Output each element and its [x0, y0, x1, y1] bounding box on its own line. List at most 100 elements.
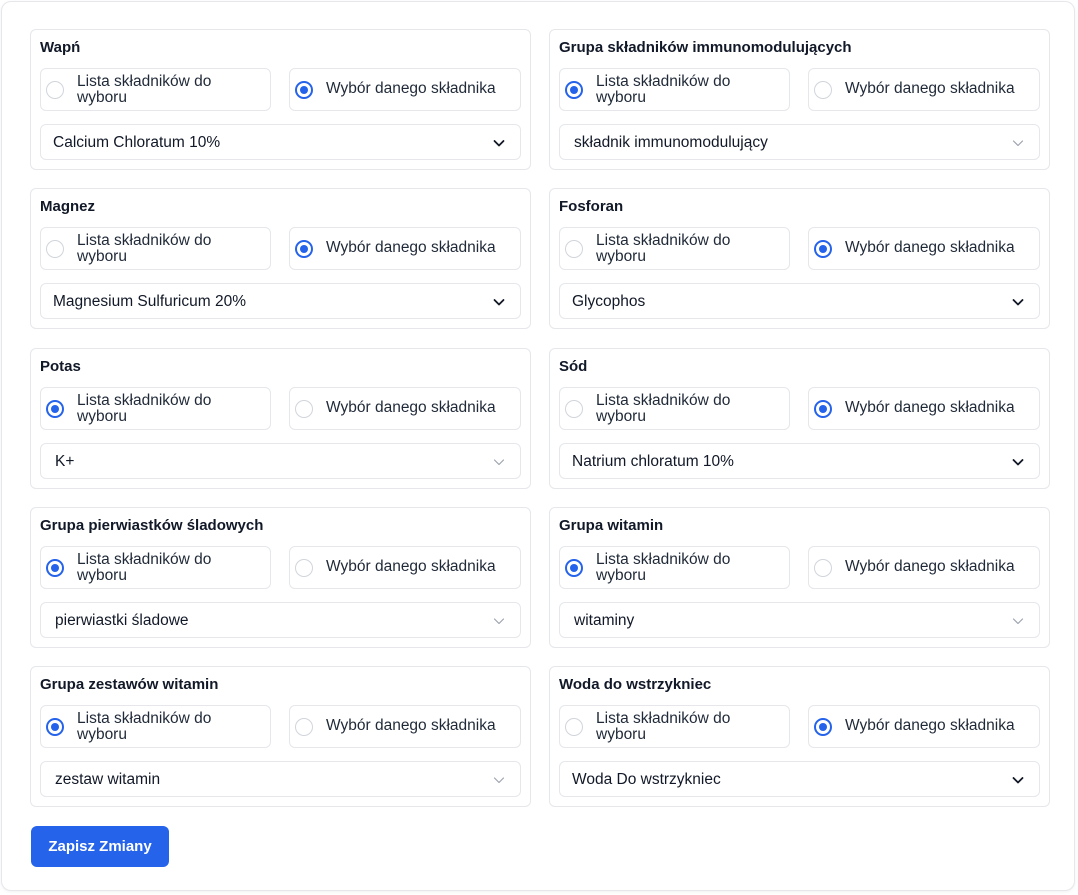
card-grupa-skladnikow-immunomodulujacych: Grupa składników immunomodulujących Lista…	[549, 29, 1050, 170]
option-select-label: Wybór danego składnika	[845, 558, 1015, 575]
option-select-label: Wybór danego składnika	[326, 717, 496, 734]
option-list-label: Lista składników do wyboru	[596, 232, 731, 265]
option-list-radio[interactable]: Lista składników do wyboru	[559, 546, 790, 589]
option-list-label: Lista składników do wyboru	[596, 392, 731, 425]
option-list-radio[interactable]: Lista składników do wyboru	[559, 387, 790, 430]
save-changes-button[interactable]: Zapisz Zmiany	[31, 826, 169, 867]
card-magnez: Magnez Lista składników do wyboru Wybór da…	[30, 188, 531, 329]
chevron-down-icon	[493, 140, 505, 147]
option-select-radio[interactable]: Wybór danego składnika	[289, 705, 521, 748]
option-select-radio[interactable]: Wybór danego składnika	[289, 387, 521, 430]
ingredient-select: K+	[40, 443, 521, 479]
radio-icon[interactable]	[46, 559, 64, 577]
card-title: Grupa pierwiastków śladowych	[40, 517, 264, 534]
radio-icon[interactable]	[295, 240, 313, 258]
option-list-radio[interactable]: Lista składników do wyboru	[40, 68, 271, 111]
select-value: składnik immunomodulujący	[574, 134, 768, 151]
radio-icon[interactable]	[565, 400, 583, 418]
ingredient-select: zestaw witamin	[40, 761, 521, 797]
chevron-down-icon	[493, 299, 505, 306]
option-select-label: Wybór danego składnika	[845, 239, 1015, 256]
radio-icon[interactable]	[295, 718, 313, 736]
select-value: Magnesium Sulfuricum 20%	[53, 293, 246, 310]
radio-icon[interactable]	[295, 559, 313, 577]
card-sod: Sód Lista składników do wyboru Wybór daneg…	[549, 348, 1050, 489]
card-fosforan: Fosforan Lista składników do wyboru Wybór …	[549, 188, 1050, 329]
radio-icon[interactable]	[295, 81, 313, 99]
settings-panel: Wapń Lista składników do wyboru Wybór dane…	[1, 1, 1075, 891]
chevron-down-icon	[1012, 777, 1024, 784]
option-list-label: Lista składników do wyboru	[77, 710, 212, 743]
radio-icon[interactable]	[46, 240, 64, 258]
chevron-down-icon	[1012, 299, 1024, 306]
option-select-label: Wybór danego składnika	[326, 399, 496, 416]
option-select-label: Wybór danego składnika	[845, 80, 1015, 97]
option-list-radio[interactable]: Lista składników do wyboru	[40, 227, 271, 270]
ingredient-select: witaminy	[559, 602, 1040, 638]
radio-icon[interactable]	[565, 240, 583, 258]
option-list-label: Lista składników do wyboru	[596, 551, 731, 584]
radio-icon[interactable]	[565, 718, 583, 736]
card-grupa-zestawow-witamin: Grupa zestawów witamin Lista składników d…	[30, 666, 531, 807]
radio-icon[interactable]	[814, 240, 832, 258]
select-value: witaminy	[574, 612, 635, 629]
option-select-radio[interactable]: Wybór danego składnika	[289, 68, 521, 111]
card-title: Wapń	[40, 39, 81, 56]
radio-icon[interactable]	[295, 400, 313, 418]
chevron-down-icon	[1012, 459, 1024, 466]
ingredient-select[interactable]: Woda Do wstrzykniec	[559, 761, 1040, 797]
option-list-radio[interactable]: Lista składników do wyboru	[559, 68, 790, 111]
radio-icon[interactable]	[814, 718, 832, 736]
radio-icon[interactable]	[814, 559, 832, 577]
card-grupa-pierwiastkow-sladowych: Grupa pierwiastków śladowych Lista składn…	[30, 507, 531, 648]
option-list-radio[interactable]: Lista składników do wyboru	[40, 546, 271, 589]
option-select-radio[interactable]: Wybór danego składnika	[289, 546, 521, 589]
select-value: pierwiastki śladowe	[55, 612, 189, 629]
ingredient-select[interactable]: Glycophos	[559, 283, 1040, 319]
option-select-radio[interactable]: Wybór danego składnika	[808, 68, 1040, 111]
radio-icon[interactable]	[46, 400, 64, 418]
option-list-label: Lista składników do wyboru	[596, 73, 731, 106]
chevron-down-icon	[493, 459, 505, 466]
ingredient-select[interactable]: Natrium chloratum 10%	[559, 443, 1040, 479]
chevron-down-icon	[1012, 618, 1024, 625]
option-list-label: Lista składników do wyboru	[596, 710, 731, 743]
card-woda-do-wstrzykniec: Woda do wstrzykniec Lista składników do w…	[549, 666, 1050, 807]
select-value: Woda Do wstrzykniec	[572, 771, 721, 788]
radio-icon[interactable]	[814, 400, 832, 418]
chevron-down-icon	[1012, 140, 1024, 147]
radio-icon[interactable]	[46, 81, 64, 99]
option-select-label: Wybór danego składnika	[326, 80, 496, 97]
card-potas: Potas Lista składników do wyboru Wybór dan…	[30, 348, 531, 489]
ingredient-select[interactable]: Magnesium Sulfuricum 20%	[40, 283, 521, 319]
option-list-radio[interactable]: Lista składników do wyboru	[40, 705, 271, 748]
option-select-label: Wybór danego składnika	[326, 239, 496, 256]
select-value: Glycophos	[572, 293, 646, 310]
ingredient-select[interactable]: Calcium Chloratum 10%	[40, 124, 521, 160]
card-title: Grupa zestawów witamin	[40, 676, 219, 693]
radio-icon[interactable]	[814, 81, 832, 99]
option-list-label: Lista składników do wyboru	[77, 232, 212, 265]
option-select-radio[interactable]: Wybór danego składnika	[289, 227, 521, 270]
radio-icon[interactable]	[565, 81, 583, 99]
option-list-radio[interactable]: Lista składników do wyboru	[40, 387, 271, 430]
card-title: Grupa składników immunomodulujących	[559, 39, 852, 56]
select-value: Natrium chloratum 10%	[572, 453, 734, 470]
option-select-radio[interactable]: Wybór danego składnika	[808, 705, 1040, 748]
card-title: Potas	[40, 358, 81, 375]
option-list-radio[interactable]: Lista składników do wyboru	[559, 705, 790, 748]
option-select-radio[interactable]: Wybór danego składnika	[808, 227, 1040, 270]
ingredient-select: pierwiastki śladowe	[40, 602, 521, 638]
radio-icon[interactable]	[565, 559, 583, 577]
card-grupa-witamin: Grupa witamin Lista składników do wyboru W…	[549, 507, 1050, 648]
option-select-label: Wybór danego składnika	[845, 399, 1015, 416]
option-select-radio[interactable]: Wybór danego składnika	[808, 387, 1040, 430]
option-select-label: Wybór danego składnika	[845, 717, 1015, 734]
radio-icon[interactable]	[46, 718, 64, 736]
select-value: Calcium Chloratum 10%	[53, 134, 221, 151]
option-list-radio[interactable]: Lista składników do wyboru	[559, 227, 790, 270]
card-title: Woda do wstrzykniec	[559, 676, 712, 693]
select-value: zestaw witamin	[55, 771, 161, 788]
select-value: K+	[55, 453, 75, 470]
option-select-radio[interactable]: Wybór danego składnika	[808, 546, 1040, 589]
